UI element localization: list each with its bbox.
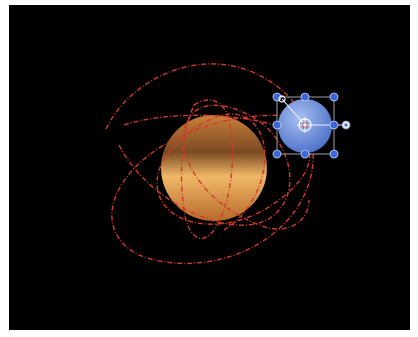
- canvas-viewport[interactable]: [9, 5, 410, 330]
- scale-handle-bottom-right[interactable]: [329, 149, 339, 159]
- scale-handle-bottom[interactable]: [300, 149, 310, 159]
- scale-handle-bottom-left[interactable]: [272, 149, 282, 159]
- scale-handle-top[interactable]: [300, 92, 310, 102]
- scene-svg: [105, 63, 351, 265]
- scale-handle-right[interactable]: [329, 120, 339, 130]
- viewer-frame: [0, 0, 418, 337]
- scale-handle-top-right[interactable]: [329, 92, 339, 102]
- scale-handle-left[interactable]: [272, 120, 282, 130]
- rotation-handle-icon[interactable]: [341, 120, 351, 130]
